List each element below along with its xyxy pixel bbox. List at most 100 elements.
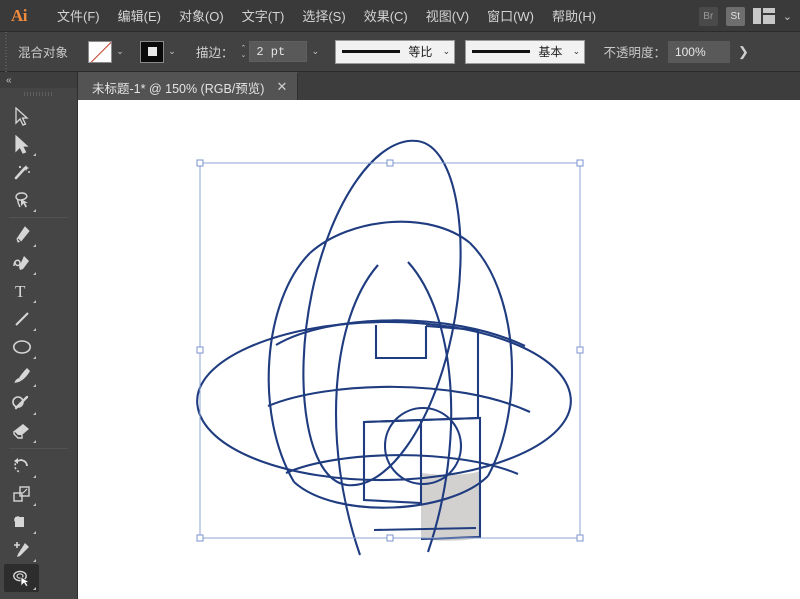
document-tab-title: 未标题-1* @ 150% (RGB/预览) <box>92 81 265 96</box>
opacity-expand-icon[interactable]: ❯ <box>730 44 757 60</box>
stepper-down-icon[interactable]: ⌄ <box>241 52 247 59</box>
menu-edit[interactable]: 编辑(E) <box>109 0 170 31</box>
selection-tool[interactable] <box>4 102 39 130</box>
illustrator-window: Ai 文件(F) 编辑(E) 对象(O) 文字(T) 选择(S) 效果(C) 视… <box>0 0 800 599</box>
menu-file[interactable]: 文件(F) <box>48 0 109 31</box>
profile-label: 等比 <box>408 45 433 59</box>
chevron-down-icon[interactable]: ⌄ <box>783 10 794 23</box>
blend-tool[interactable] <box>4 564 39 592</box>
canvas-area[interactable] <box>78 100 800 599</box>
paintbrush-tool[interactable] <box>4 361 39 389</box>
stroke-weight-chevron-down-icon[interactable]: ⌄ <box>307 41 323 63</box>
stroke-chevron-down-icon[interactable]: ⌄ <box>164 41 180 63</box>
tool-group-corner-icon <box>33 503 36 506</box>
globe-latitude-upper <box>275 319 526 347</box>
fill-swatch[interactable] <box>88 40 113 63</box>
globe-outline-top <box>309 220 471 254</box>
perspective-grid-tool[interactable] <box>4 592 39 599</box>
direct-selection-tool[interactable] <box>4 130 39 158</box>
inner-quad-left <box>362 418 423 505</box>
tool-group-corner-icon <box>33 328 36 331</box>
tool-group-corner-icon <box>33 475 36 478</box>
tool-group-corner-icon <box>33 587 36 590</box>
tool-group-corner-icon <box>33 153 36 156</box>
opacity-input[interactable]: 100% <box>667 40 730 63</box>
stroke-weight-stepper[interactable]: ⌃ ⌄ <box>238 45 250 59</box>
svg-text:T: T <box>15 282 26 300</box>
menu-type[interactable]: 文字(T) <box>233 0 294 31</box>
rotate-tool[interactable] <box>4 452 39 480</box>
type-tool[interactable]: T <box>4 277 39 305</box>
menu-help[interactable]: 帮助(H) <box>543 0 605 31</box>
menu-effect[interactable]: 效果(C) <box>355 0 417 31</box>
pen-tool[interactable] <box>4 221 39 249</box>
outer-ellipse-vertical <box>302 139 462 487</box>
handle-bottom-left <box>196 534 204 542</box>
document-tab[interactable]: 未标题-1* @ 150% (RGB/预览) ✕ <box>78 72 299 100</box>
brush-label: 基本 <box>538 45 563 59</box>
profile-line-icon <box>342 50 401 53</box>
control-bar-grip[interactable] <box>2 31 10 72</box>
curvature-tool[interactable] <box>4 249 39 277</box>
line-segment-tool[interactable] <box>4 305 39 333</box>
opacity-label: 不透明度： <box>603 46 666 60</box>
menu-items: 文件(F) 编辑(E) 对象(O) 文字(T) 选择(S) 效果(C) 视图(V… <box>48 0 605 31</box>
shaded-patch <box>421 471 480 541</box>
stepper-up-icon[interactable]: ⌃ <box>241 45 247 52</box>
selection-bounding-box[interactable] <box>196 159 584 542</box>
menu-window[interactable]: 窗口(W) <box>478 0 543 31</box>
workspace-switcher-icon[interactable] <box>752 8 775 24</box>
globe-latitude-mid <box>267 385 531 413</box>
stroke-profile-display[interactable]: 等比 <box>336 40 439 63</box>
menu-bar: Ai 文件(F) 编辑(E) 对象(O) 文字(T) 选择(S) 效果(C) 视… <box>0 0 800 32</box>
ellipse-tool[interactable] <box>4 333 39 361</box>
selection-type-label: 混合对象 <box>18 46 69 60</box>
tool-group-corner-icon <box>33 272 36 275</box>
lasso-tool[interactable] <box>4 186 39 214</box>
tool-group-corner-icon <box>33 412 36 415</box>
tools-panel-grip[interactable] <box>0 88 77 100</box>
magic-wand-tool[interactable] <box>4 158 39 186</box>
handle-bottom-center <box>386 534 394 542</box>
tool-grid: T <box>0 100 77 599</box>
tools-panel: « T <box>0 72 78 599</box>
menu-view[interactable]: 视图(V) <box>417 0 478 31</box>
close-icon[interactable]: ✕ <box>276 79 287 95</box>
brush-line-icon <box>472 50 531 53</box>
blend-artwork[interactable] <box>191 130 578 556</box>
scale-tool[interactable] <box>4 480 39 508</box>
fill-chevron-down-icon[interactable]: ⌄ <box>112 41 128 63</box>
brush-chevron-down-icon[interactable]: ⌄ <box>568 40 585 63</box>
control-bar: 混合对象 ⌄ ⌄ 描边： ⌃ ⌄ 2 pt ⌄ 等比 ⌄ 基本 ⌄ 不透明度： … <box>0 31 800 72</box>
app-logo-icon: Ai <box>11 5 28 25</box>
eraser-tool[interactable] <box>4 417 39 445</box>
stroke-weight-input[interactable]: 2 pt <box>249 41 308 62</box>
blend-curve-left <box>335 264 379 556</box>
artwork-svg <box>191 130 584 556</box>
menubar-right-group: Br St ⌄ <box>698 0 794 32</box>
tool-group-corner-icon <box>33 384 36 387</box>
bridge-badge[interactable]: Br <box>698 6 718 26</box>
handle-top-left <box>196 159 204 167</box>
stock-badge[interactable]: St <box>725 6 745 26</box>
profile-chevron-down-icon[interactable]: ⌄ <box>438 40 455 63</box>
handle-mid-right <box>576 346 584 354</box>
stroke-profile-combo[interactable]: 等比 ⌄ <box>335 39 456 64</box>
shaper-tool[interactable] <box>4 389 39 417</box>
collapse-panel-icon[interactable]: « <box>0 72 77 88</box>
stroke-weight-label: 描边： <box>196 46 234 60</box>
tool-group-corner-icon <box>33 440 36 443</box>
menu-select[interactable]: 选择(S) <box>293 0 354 31</box>
width-tool[interactable] <box>4 508 39 536</box>
document-tab-bar: 未标题-1* @ 150% (RGB/预览) ✕ <box>78 72 800 100</box>
brush-definition-display[interactable]: 基本 <box>466 40 569 63</box>
stroke-swatch[interactable] <box>140 40 165 63</box>
inner-quad-upper <box>374 325 428 360</box>
tool-divider <box>4 445 73 452</box>
free-transform-tool[interactable] <box>4 536 39 564</box>
tool-group-corner-icon <box>33 244 36 247</box>
tool-group-corner-icon <box>33 356 36 359</box>
brush-definition-combo[interactable]: 基本 ⌄ <box>465 39 586 64</box>
handle-top-right <box>576 159 584 167</box>
menu-object[interactable]: 对象(O) <box>170 0 233 31</box>
